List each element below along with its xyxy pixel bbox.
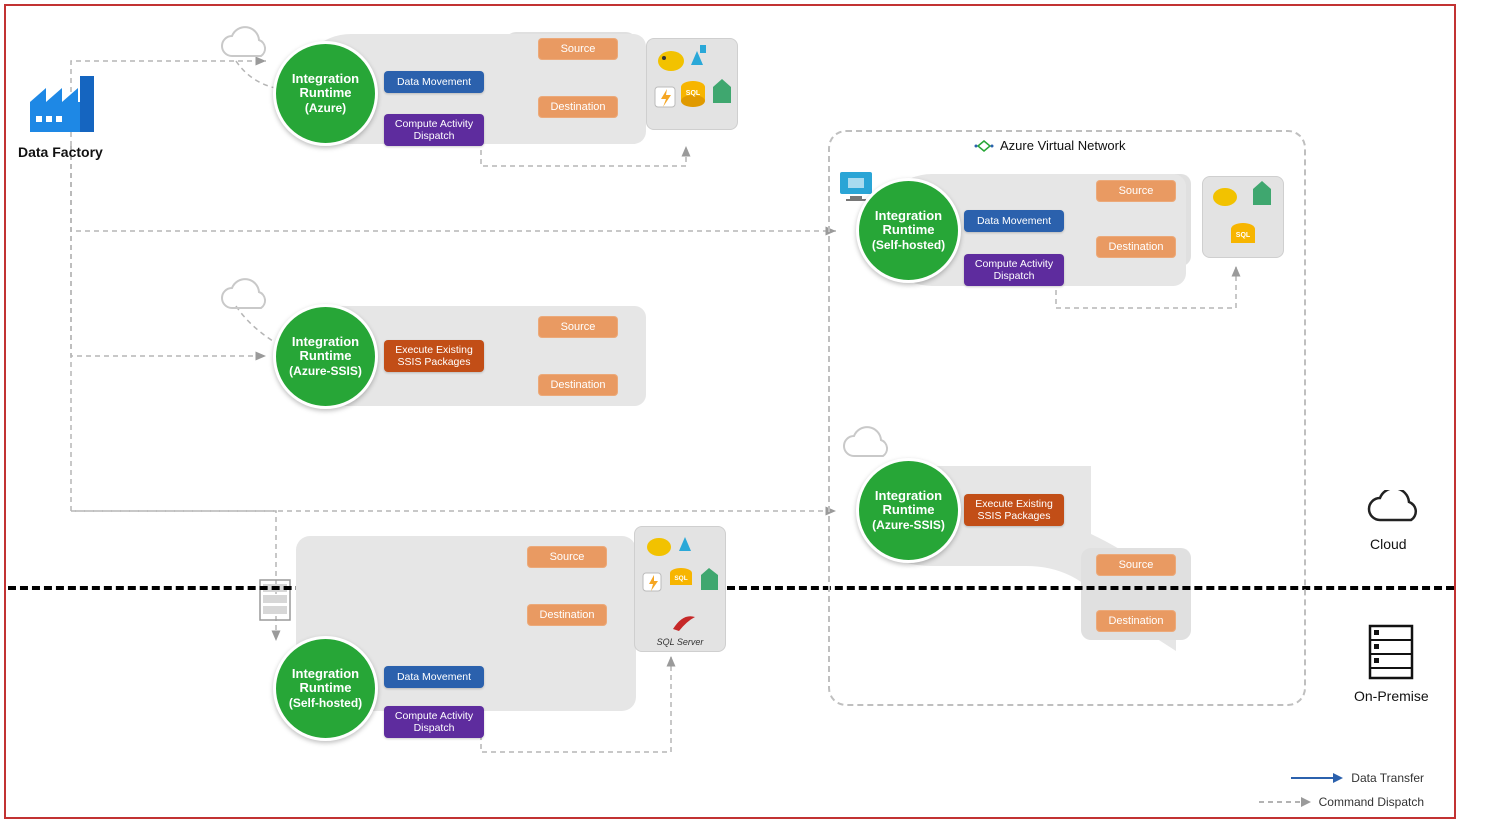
data-movement-pill: Data Movement <box>384 71 484 93</box>
source-box: Source <box>538 316 618 338</box>
data-warehouse-icon <box>701 568 718 590</box>
ir-title: Integration Runtime <box>276 72 375 101</box>
ir-ssis-node: Integration Runtime (Azure-SSIS) <box>273 304 378 409</box>
ir-title: Integration Runtime <box>276 667 375 696</box>
ir-selfhosted-vnet-node: Integration Runtime (Self-hosted) <box>856 178 961 283</box>
ir-azure-node: Integration Runtime (Azure) <box>273 41 378 146</box>
exec-ssis-pill: Execute Existing SSIS Packages <box>964 494 1064 526</box>
data-warehouse-icon <box>713 79 731 103</box>
exec-ssis-pill: Execute Existing SSIS Packages <box>384 340 484 372</box>
legend-command-dispatch: Command Dispatch <box>1259 795 1424 809</box>
compute-dispatch-pill: Compute Activity Dispatch <box>964 254 1064 286</box>
sql-server-logo-icon <box>669 611 697 633</box>
compute-activity-text: Compute Activity <box>975 258 1053 270</box>
source-box: Source <box>527 546 607 568</box>
source-box: Source <box>1096 554 1176 576</box>
lightning-icon <box>643 573 661 591</box>
svg-text:SQL: SQL <box>1236 232 1251 239</box>
sql-icon: SQL <box>681 81 705 107</box>
onprem-label: On-Premise <box>1354 688 1429 704</box>
legend-command-dispatch-label: Command Dispatch <box>1319 795 1424 809</box>
data-warehouse-icon <box>1253 181 1271 205</box>
data-movement-pill: Data Movement <box>384 666 484 688</box>
exec-existing-text: Execute Existing <box>975 498 1053 510</box>
server-rack-icon <box>258 578 292 622</box>
source-box: Source <box>538 38 618 60</box>
ir-ssis-sub: (Azure-SSIS) <box>872 519 945 532</box>
ssis-packages-text: SSIS Packages <box>398 356 471 368</box>
ir-ssis-sub: (Azure-SSIS) <box>289 365 362 378</box>
ir-title: Integration Runtime <box>859 209 958 238</box>
ir-title: Integration Runtime <box>276 335 375 364</box>
cloud-icon <box>1362 490 1420 530</box>
ir-selfhosted-node: Integration Runtime (Self-hosted) <box>273 636 378 741</box>
cloud-icon <box>214 26 274 66</box>
compute-dispatch-pill: Compute Activity Dispatch <box>384 114 484 146</box>
cloud-icon <box>214 278 274 318</box>
ir-azure-sub: (Azure) <box>305 102 346 115</box>
ir-self-sub: (Self-hosted) <box>872 239 945 252</box>
legend-data-transfer: Data Transfer <box>1291 771 1424 785</box>
cloud-label: Cloud <box>1370 536 1407 552</box>
compute-dispatch-pill: Compute Activity Dispatch <box>384 706 484 738</box>
hadoop-elephant-icon <box>647 538 671 556</box>
ssis-packages-text: SSIS Packages <box>978 510 1051 522</box>
destination-box: Destination <box>538 374 618 396</box>
cloud-services-panel: SQL <box>646 38 738 130</box>
flask-icon <box>691 45 706 65</box>
flask-icon <box>679 537 691 551</box>
diagram-frame: Data Factory Integration Runtime (Azure)… <box>4 4 1456 819</box>
onprem-server-icon <box>1368 624 1414 682</box>
ir-title: Integration Runtime <box>859 489 958 518</box>
source-box: Source <box>1096 180 1176 202</box>
ir-ssis-vnet-node: Integration Runtime (Azure-SSIS) <box>856 458 961 563</box>
dispatch-text: Dispatch <box>414 130 455 142</box>
sql-icon: SQL <box>1231 223 1255 243</box>
lightning-icon <box>655 87 675 107</box>
compute-activity-text: Compute Activity <box>395 710 473 722</box>
sql-server-label: SQL Server <box>635 637 725 647</box>
onprem-services-panel: SQL SQL Server <box>634 526 726 652</box>
vnet-services-panel: SQL <box>1202 176 1284 258</box>
destination-box: Destination <box>538 96 618 118</box>
dispatch-text: Dispatch <box>994 270 1035 282</box>
data-movement-pill: Data Movement <box>964 210 1064 232</box>
svg-text:SQL: SQL <box>686 90 701 97</box>
destination-box: Destination <box>1096 236 1176 258</box>
hadoop-elephant-icon <box>1213 188 1237 206</box>
destination-box: Destination <box>1096 610 1176 632</box>
hadoop-elephant-icon <box>658 51 684 71</box>
legend-data-transfer-label: Data Transfer <box>1351 771 1424 785</box>
compute-activity-text: Compute Activity <box>395 118 473 130</box>
data-factory-label: Data Factory <box>18 144 103 160</box>
ir-self-sub: (Self-hosted) <box>289 697 362 710</box>
svg-text:SQL: SQL <box>674 575 687 582</box>
destination-box: Destination <box>527 604 607 626</box>
factory-icon <box>30 76 102 141</box>
dispatch-text: Dispatch <box>414 722 455 734</box>
exec-existing-text: Execute Existing <box>395 344 473 356</box>
sql-icon: SQL <box>670 568 692 585</box>
